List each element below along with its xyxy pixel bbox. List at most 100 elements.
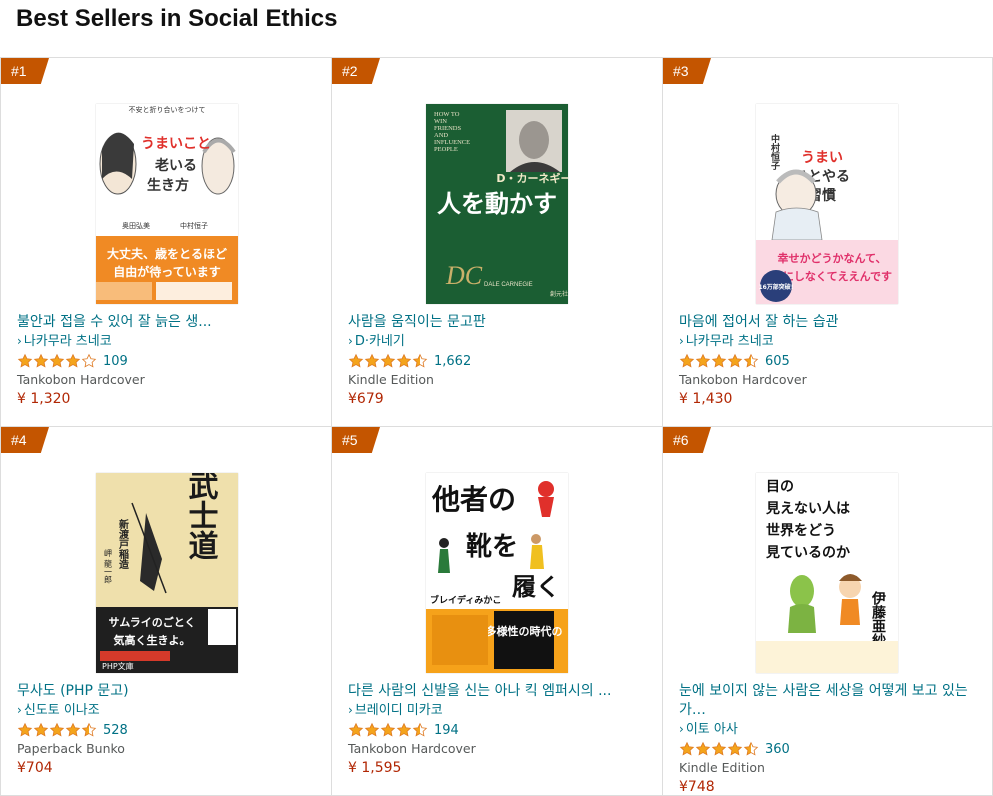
svg-text:世界をどう: 世界をどう <box>766 522 836 539</box>
rank-badge: #3 <box>663 58 711 84</box>
review-count[interactable]: 194 <box>434 723 459 738</box>
book-title-link[interactable]: 눈에 보이지 않는 사람은 세상을 어떻게 보고 있는가… <box>679 682 982 720</box>
book-price: ¥679 <box>348 391 384 407</box>
svg-text:武士道: 武士道 <box>183 473 219 561</box>
svg-text:人を動かす: 人を動かす <box>437 189 557 218</box>
star-icon <box>743 741 759 756</box>
star-icon <box>743 353 759 368</box>
star-icon <box>380 722 396 737</box>
review-count[interactable]: 360 <box>765 742 790 757</box>
review-count[interactable]: 528 <box>103 723 128 738</box>
svg-text:DC: DC <box>445 261 483 290</box>
book-card[interactable]: #5 他者の 靴を 履く ブレイディみかこ 多様性の時代の 다른 사람의 신발을… <box>332 427 663 796</box>
book-card[interactable]: #3 中村恒子 うまい ことやる 習慣 幸せかどうかなんて、 気にしなくてええん… <box>663 58 993 427</box>
book-grid: #1 不安と折り合いをつけて うまいこと 老いる 生き方 奥田弘美 中村恒子 大… <box>0 57 993 796</box>
svg-text:サムライのごとく: サムライのごとく <box>109 615 196 629</box>
author-name: 나카무라 츠네코 <box>23 334 112 349</box>
rank-badge: #5 <box>332 427 380 453</box>
svg-text:多様性の時代の: 多様性の時代の <box>486 624 563 638</box>
star-icon <box>380 353 396 368</box>
book-title-link[interactable]: 사람을 움직이는 문고판 <box>348 313 652 332</box>
svg-text:奥田弘美: 奥田弘美 <box>122 221 150 230</box>
book-cover[interactable]: 不安と折り合いをつけて うまいこと 老いる 生き方 奥田弘美 中村恒子 大丈夫、… <box>96 104 238 304</box>
svg-text:中村恒子: 中村恒子 <box>180 221 208 230</box>
star-icon <box>49 353 65 368</box>
book-card[interactable]: #4 武士道 新渡戸稲造 岬 龍一郎 サムライのごとく 気高く生きよ。 PHP文… <box>0 427 332 796</box>
svg-text:DALE CARNEGIE: DALE CARNEGIE <box>484 282 533 288</box>
author-name: D·카네기 <box>354 334 405 349</box>
svg-text:うまいこと: うまいこと <box>141 136 211 152</box>
book-title-link[interactable]: 불안과 접을 수 있어 잘 늙은 생... <box>17 313 321 332</box>
star-icon <box>396 722 412 737</box>
review-count[interactable]: 605 <box>765 354 790 369</box>
svg-text:AND: AND <box>434 132 448 139</box>
rating-row[interactable]: 605 <box>679 351 982 371</box>
svg-text:不安と折り合いをつけて: 不安と折り合いをつけて <box>129 105 206 114</box>
svg-text:岬 龍一郎: 岬 龍一郎 <box>104 549 113 585</box>
author-link[interactable]: › 신도토 이나조 <box>17 701 321 720</box>
review-count[interactable]: 1,662 <box>434 354 471 369</box>
rating-row[interactable]: 360 <box>679 739 982 759</box>
star-rating <box>679 353 759 369</box>
book-card[interactable]: #1 不安と折り合いをつけて うまいこと 老いる 生き方 奥田弘美 中村恒子 大… <box>0 58 332 427</box>
star-icon <box>695 741 711 756</box>
book-card[interactable]: #2 HOW TO WIN FRIENDS AND INFLUENCE PEOP… <box>332 58 663 427</box>
rating-row[interactable]: 1,662 <box>348 351 652 371</box>
svg-text:生き方: 生き方 <box>147 177 189 194</box>
review-count[interactable]: 109 <box>103 354 128 369</box>
rank-badge: #1 <box>1 58 49 84</box>
chevron-right-icon: › <box>17 334 22 348</box>
book-info: 눈에 보이지 않는 사람은 세상을 어떻게 보고 있는가… › 이토 아사 360… <box>679 682 982 795</box>
book-card[interactable]: #6 目の 見えない人は 世界をどう 見ているのか 伊藤亜紗 눈에 보이지 않는… <box>663 427 993 796</box>
book-info: 사람을 움직이는 문고판 › D·카네기 1,662 Kindle Edition… <box>348 313 652 409</box>
star-icon <box>727 741 743 756</box>
book-format: Tankobon Hardcover <box>679 372 807 387</box>
book-cover[interactable]: 中村恒子 うまい ことやる 習慣 幸せかどうかなんて、 気にしなくてええんです … <box>756 104 898 304</box>
book-format: Paperback Bunko <box>17 741 125 756</box>
star-icon <box>364 353 380 368</box>
author-link[interactable]: › 이토 아사 <box>679 720 982 739</box>
author-link[interactable]: › 나카무라 츠네코 <box>17 332 321 351</box>
svg-text:幸せかどうかなんて、: 幸せかどうかなんて、 <box>778 251 887 265</box>
rating-row[interactable]: 109 <box>17 351 321 371</box>
book-cover[interactable]: HOW TO WIN FRIENDS AND INFLUENCE PEOPLE … <box>426 104 568 304</box>
author-link[interactable]: › 나카무라 츠네코 <box>679 332 982 351</box>
book-price: ¥748 <box>679 779 715 795</box>
rating-row[interactable]: 194 <box>348 720 652 740</box>
star-icon <box>711 353 727 368</box>
star-icon <box>65 353 81 368</box>
book-cover[interactable]: 武士道 新渡戸稲造 岬 龍一郎 サムライのごとく 気高く生きよ。 PHP文庫 <box>96 473 238 673</box>
svg-text:INFLUENCE: INFLUENCE <box>434 139 470 146</box>
book-price: ¥ 1,430 <box>679 391 733 407</box>
author-link[interactable]: › D·카네기 <box>348 332 652 351</box>
chevron-right-icon: › <box>348 334 353 348</box>
author-name: 이토 아사 <box>685 722 738 737</box>
author-link[interactable]: › 브레이디 미카코 <box>348 701 652 720</box>
svg-text:気高く生きよ。: 気高く生きよ。 <box>114 633 191 647</box>
rating-row[interactable]: 528 <box>17 720 321 740</box>
book-title-link[interactable]: 무사도 (PHP 문고) <box>17 682 321 701</box>
svg-text:16万部突破!: 16万部突破! <box>758 283 793 291</box>
book-title-link[interactable]: 다른 사람의 신발을 신는 아나 킥 엠퍼시의 ... <box>348 682 652 701</box>
star-rating <box>679 741 759 757</box>
book-info: 불안과 접을 수 있어 잘 늙은 생... › 나카무라 츠네코 109 Tank… <box>17 313 321 409</box>
star-icon <box>65 722 81 737</box>
svg-text:創元社: 創元社 <box>550 290 568 298</box>
book-title-link[interactable]: 마음에 접어서 잘 하는 습관 <box>679 313 982 332</box>
svg-text:PHP文庫: PHP文庫 <box>102 661 134 671</box>
svg-text:D・カーネギー: D・カーネギー <box>496 171 568 185</box>
author-name: 브레이디 미카코 <box>354 703 443 718</box>
book-cover[interactable]: 他者の 靴を 履く ブレイディみかこ 多様性の時代の <box>426 473 568 673</box>
book-cover[interactable]: 目の 見えない人は 世界をどう 見ているのか 伊藤亜紗 <box>756 473 898 673</box>
chevron-right-icon: › <box>348 703 353 717</box>
star-icon <box>17 722 33 737</box>
star-rating <box>17 353 97 369</box>
svg-text:新渡戸稲造: 新渡戸稲造 <box>117 518 129 570</box>
star-rating <box>17 722 97 738</box>
book-price: ¥ 1,595 <box>348 760 402 776</box>
book-format: Tankobon Hardcover <box>17 372 145 387</box>
star-icon <box>396 353 412 368</box>
book-info: 마음에 접어서 잘 하는 습관 › 나카무라 츠네코 605 Tankobon H… <box>679 313 982 409</box>
star-icon <box>364 722 380 737</box>
svg-text:他者の: 他者の <box>431 483 516 516</box>
